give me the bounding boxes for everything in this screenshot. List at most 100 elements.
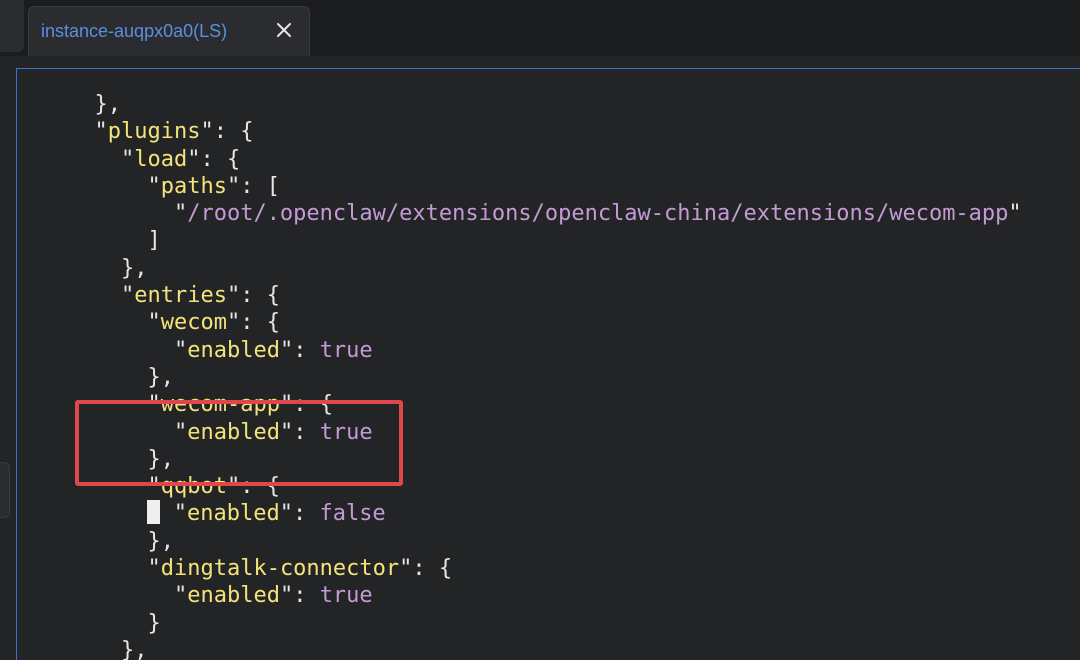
- code-line: "enabled": true: [68, 582, 1022, 609]
- json-key: plugins: [107, 119, 201, 145]
- json-punctuation: ": [173, 201, 188, 227]
- code-line: "entries": {: [68, 282, 1022, 309]
- json-punctuation: ": [147, 556, 161, 582]
- json-punctuation: [160, 501, 173, 526]
- json-punctuation: },: [147, 364, 174, 390]
- json-punctuation: ": [1008, 201, 1022, 227]
- json-punctuation: ": [279, 501, 293, 527]
- json-punctuation: : {: [240, 310, 280, 336]
- code-line: },: [68, 91, 1022, 118]
- tab-bar: instance-auqpx0a0(LS): [0, 0, 1080, 56]
- code-line: },: [68, 255, 1022, 282]
- json-punctuation: : {: [293, 392, 333, 418]
- json-punctuation: ": [173, 501, 187, 527]
- side-panel-handle[interactable]: [0, 462, 10, 518]
- code-line: },: [68, 637, 1022, 660]
- json-punctuation: :: [293, 583, 320, 609]
- json-punctuation: ": [147, 474, 161, 500]
- json-punctuation: }: [147, 610, 161, 636]
- json-punctuation: ": [226, 283, 241, 309]
- json-punctuation: ": [399, 556, 413, 582]
- code-line: "wecom-app": {: [68, 391, 1022, 418]
- code-line: },: [68, 528, 1022, 555]
- json-punctuation: : {: [213, 119, 254, 145]
- json-key: wecom-app: [160, 392, 280, 418]
- json-punctuation: ": [279, 419, 294, 445]
- json-key: wecom: [160, 310, 227, 336]
- json-punctuation: :: [292, 501, 320, 527]
- json-punctuation: ": [120, 283, 135, 309]
- code-line: "/root/.openclaw/extensions/openclaw-chi…: [68, 200, 1022, 227]
- json-punctuation: ": [200, 119, 214, 145]
- json-punctuation: : [: [240, 173, 280, 199]
- json-value: true: [319, 419, 373, 445]
- code-line: "plugins": {: [68, 118, 1022, 145]
- json-punctuation: ": [147, 392, 161, 418]
- json-value: true: [319, 583, 373, 609]
- json-punctuation: ": [173, 337, 188, 363]
- json-punctuation: ": [94, 119, 108, 145]
- json-key: enabled: [187, 583, 280, 609]
- json-key: dingtalk-connector: [160, 556, 400, 582]
- code-line: "qqbot": {: [68, 473, 1022, 500]
- json-punctuation: ": [187, 146, 201, 172]
- json-punctuation: ": [147, 173, 161, 199]
- json-punctuation: ": [120, 146, 135, 172]
- json-key: enabled: [187, 419, 280, 445]
- json-value: true: [319, 337, 373, 363]
- code-line: "dingtalk-connector": {: [68, 555, 1022, 582]
- json-punctuation: },: [147, 446, 174, 472]
- json-punctuation: : {: [240, 283, 280, 309]
- code-line: "load": {: [68, 146, 1022, 173]
- text-cursor: [147, 500, 161, 525]
- close-icon[interactable]: [273, 19, 295, 41]
- tab-instance[interactable]: instance-auqpx0a0(LS): [28, 6, 310, 56]
- json-punctuation: ": [279, 583, 294, 609]
- code-line: ]: [68, 227, 1022, 254]
- json-key: enabled: [187, 337, 280, 363]
- json-value: false: [319, 501, 386, 527]
- code-line: "enabled": true: [68, 419, 1022, 446]
- json-string: /root/.openclaw/extensions/openclaw-chin…: [187, 201, 1009, 227]
- code-line: "paths": [: [68, 173, 1022, 200]
- json-punctuation: : {: [200, 146, 241, 172]
- terminal-output: }, "plugins": { "load": { "paths": [ "/r…: [68, 91, 1022, 660]
- json-punctuation: :: [293, 419, 320, 445]
- previous-tab-stub[interactable]: [0, 0, 24, 52]
- json-punctuation: ": [279, 392, 294, 418]
- json-key: paths: [160, 173, 227, 199]
- code-line: "enabled": true: [68, 337, 1022, 364]
- json-key: enabled: [186, 501, 280, 527]
- json-punctuation: : {: [412, 556, 453, 582]
- json-punctuation: ": [173, 419, 188, 445]
- code-line: }: [68, 610, 1022, 637]
- terminal-pane[interactable]: }, "plugins": { "load": { "paths": [ "/r…: [16, 68, 1080, 660]
- json-punctuation: : {: [240, 474, 280, 500]
- json-punctuation: ": [226, 310, 241, 336]
- json-punctuation: },: [120, 637, 148, 660]
- terminal-window: instance-auqpx0a0(LS) }, "plugins": { "l…: [0, 0, 1080, 660]
- json-key: qqbot: [160, 474, 227, 500]
- json-punctuation: },: [147, 528, 174, 554]
- tab-title[interactable]: instance-auqpx0a0(LS): [41, 21, 227, 42]
